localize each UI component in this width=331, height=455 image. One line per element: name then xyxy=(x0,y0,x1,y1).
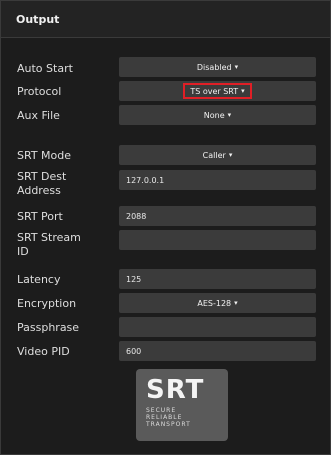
encryption-value: AES-128 xyxy=(197,298,232,308)
srt-logo-tagline: SECURE RELIABLE TRANSPORT xyxy=(146,407,218,428)
srt-mode-select[interactable]: Caller ▾ xyxy=(119,145,316,165)
srt-port-value: 2088 xyxy=(126,211,147,221)
srt-stream-id-label-line2: ID xyxy=(17,245,29,258)
chevron-down-icon: ▾ xyxy=(228,151,233,159)
video-pid-label: Video PID xyxy=(17,345,70,358)
aux-file-value: None xyxy=(203,110,225,120)
protocol-label: Protocol xyxy=(17,85,62,98)
panel-title: Output xyxy=(16,12,60,26)
srt-dest-address-label-line1: SRT Dest xyxy=(17,170,67,183)
encryption-label: Encryption xyxy=(17,297,77,310)
latency-input[interactable]: 125 xyxy=(119,269,316,289)
latency-label: Latency xyxy=(17,273,61,286)
srt-logo-line3: TRANSPORT xyxy=(146,421,191,428)
srt-logo-mark: SRT xyxy=(146,375,205,405)
srt-logo-line2: RELIABLE xyxy=(146,414,183,421)
chevron-down-icon: ▾ xyxy=(241,87,245,95)
protocol-highlight: TS over SRT ▾ xyxy=(183,83,252,99)
srt-mode-value: Caller xyxy=(202,150,226,160)
video-pid-input[interactable]: 600 xyxy=(119,341,316,361)
chevron-down-icon: ▾ xyxy=(227,111,232,119)
panel-header: Output xyxy=(1,1,330,38)
auto-start-label: Auto Start xyxy=(17,62,73,75)
srt-dest-address-input[interactable]: 127.0.0.1 xyxy=(119,170,316,190)
encryption-select[interactable]: AES-128 ▾ xyxy=(119,293,316,313)
passphrase-label: Passphrase xyxy=(17,321,80,334)
srt-stream-id-label: SRT Stream ID xyxy=(17,231,81,259)
srt-stream-id-label-line1: SRT Stream xyxy=(17,231,81,244)
video-pid-value: 600 xyxy=(126,346,142,356)
aux-file-select[interactable]: None ▾ xyxy=(119,105,316,125)
chevron-down-icon: ▾ xyxy=(234,63,239,71)
protocol-select[interactable]: TS over SRT ▾ xyxy=(119,81,316,101)
srt-dest-address-label: SRT Dest Address xyxy=(17,170,66,198)
srt-port-input[interactable]: 2088 xyxy=(119,206,316,226)
latency-value: 125 xyxy=(126,274,142,284)
protocol-value: TS over SRT xyxy=(190,86,239,96)
srt-mode-label: SRT Mode xyxy=(17,149,72,162)
output-panel: Output Auto Start Disabled ▾ Protocol TS… xyxy=(0,0,331,455)
srt-dest-address-label-line2: Address xyxy=(17,184,61,197)
chevron-down-icon: ▾ xyxy=(234,299,238,307)
srt-logo: SRT SECURE RELIABLE TRANSPORT xyxy=(136,369,228,441)
auto-start-value: Disabled xyxy=(196,62,232,72)
srt-stream-id-input[interactable] xyxy=(119,230,316,250)
srt-port-label: SRT Port xyxy=(17,210,63,223)
auto-start-select[interactable]: Disabled ▾ xyxy=(119,57,316,77)
passphrase-input[interactable] xyxy=(119,317,316,337)
aux-file-label: Aux File xyxy=(17,109,60,122)
srt-logo-line1: SECURE xyxy=(146,407,177,414)
srt-dest-address-value: 127.0.0.1 xyxy=(126,175,165,185)
